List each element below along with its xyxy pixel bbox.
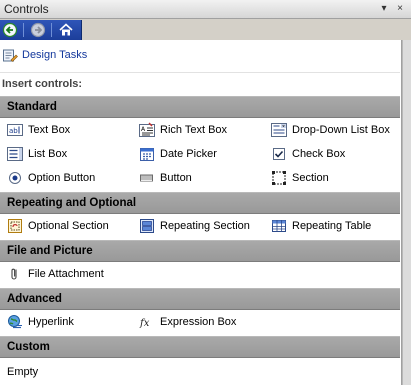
control-date-picker[interactable]: Date Picker — [139, 144, 269, 164]
control-label: Text Box — [28, 124, 71, 136]
control-check-box[interactable]: Check Box — [271, 144, 401, 164]
function-fx-icon: fx — [139, 314, 155, 330]
control-expression-box[interactable]: fx Expression Box — [139, 312, 269, 332]
control-text-box[interactable]: ab Text Box — [7, 120, 137, 140]
task-pane: Design Tasks Insert controls: Standard a… — [0, 40, 402, 385]
control-label: Expression Box — [160, 316, 237, 328]
control-file-attachment[interactable]: File Attachment — [7, 264, 137, 284]
design-tasks-icon — [2, 47, 18, 63]
control-section[interactable]: Section — [271, 168, 401, 188]
category-repeating-and-optional[interactable]: Repeating and Optional — [0, 192, 400, 214]
section-icon — [271, 170, 287, 186]
navigation-bar — [0, 20, 82, 40]
vertical-scrollbar[interactable] — [402, 40, 411, 385]
check-box-icon — [271, 146, 287, 162]
control-label: Optional Section — [28, 220, 109, 232]
control-repeating-table[interactable]: Repeating Table — [271, 216, 401, 236]
category-label: Custom — [7, 341, 50, 353]
dropdown-menu-icon[interactable]: ▾ — [377, 2, 391, 16]
custom-empty-text: Empty — [7, 366, 39, 378]
control-list-box[interactable]: List Box — [7, 144, 137, 164]
nav-separator — [51, 23, 52, 37]
control-button[interactable]: Button — [139, 168, 269, 188]
repeating-section-icon — [139, 218, 155, 234]
date-picker-icon — [139, 146, 155, 162]
svg-text:fx: fx — [139, 318, 150, 329]
list-box-icon — [7, 146, 23, 162]
button-icon — [139, 170, 155, 186]
control-label: Button — [160, 172, 192, 184]
control-repeating-section[interactable]: Repeating Section — [139, 216, 269, 236]
control-optional-section[interactable]: Optional Section — [7, 216, 137, 236]
text-box-icon: ab — [7, 122, 23, 138]
rich-text-box-icon: A — [139, 122, 155, 138]
category-custom[interactable]: Custom — [0, 336, 400, 358]
repeating-table-icon — [271, 218, 287, 234]
paperclip-icon — [7, 266, 23, 282]
control-label: List Box — [28, 148, 68, 160]
control-label: Repeating Section — [160, 220, 250, 232]
category-standard[interactable]: Standard — [0, 96, 400, 118]
control-label: Check Box — [292, 148, 346, 160]
control-option-button[interactable]: Option Button — [7, 168, 137, 188]
design-tasks-link[interactable]: Design Tasks — [0, 46, 200, 64]
control-drop-down-list-box[interactable]: Drop-Down List Box — [271, 120, 401, 140]
back-arrow-icon[interactable] — [2, 22, 18, 38]
category-label: Standard — [7, 101, 57, 113]
control-label: Hyperlink — [28, 316, 74, 328]
category-label: Advanced — [7, 293, 62, 305]
title-bar: Controls ▾ × — [0, 0, 411, 19]
category-label: Repeating and Optional — [7, 197, 137, 209]
optional-section-icon — [7, 218, 23, 234]
close-icon[interactable]: × — [393, 2, 407, 16]
control-label: Option Button — [28, 172, 96, 184]
control-label: Rich Text Box — [160, 124, 228, 136]
control-rich-text-box[interactable]: A Rich Text Box — [139, 120, 269, 140]
control-label: File Attachment — [28, 268, 104, 280]
category-file-and-picture[interactable]: File and Picture — [0, 240, 400, 262]
nav-separator — [23, 23, 24, 37]
insert-controls-heading: Insert controls: — [2, 78, 83, 90]
divider — [0, 72, 400, 73]
control-label: Section — [292, 172, 329, 184]
control-hyperlink[interactable]: Hyperlink — [7, 312, 137, 332]
drop-down-list-box-icon — [271, 122, 287, 138]
svg-text:ab: ab — [9, 127, 18, 135]
category-advanced[interactable]: Advanced — [0, 288, 400, 310]
control-label: Drop-Down List Box — [292, 124, 390, 136]
hyperlink-globe-icon — [7, 314, 23, 330]
design-tasks-label: Design Tasks — [22, 49, 88, 61]
control-label: Repeating Table — [292, 220, 372, 232]
pane-title: Controls — [4, 2, 49, 16]
forward-arrow-icon[interactable] — [30, 22, 46, 38]
category-label: File and Picture — [7, 245, 93, 257]
control-label: Date Picker — [160, 148, 217, 160]
option-button-icon — [7, 170, 23, 186]
home-icon[interactable] — [58, 22, 74, 38]
